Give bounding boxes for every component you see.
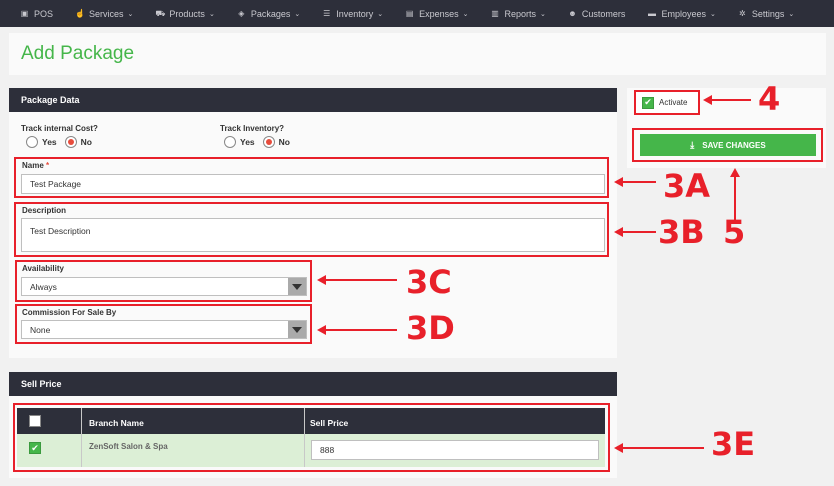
annotation-box-3b [14, 202, 609, 257]
nav-item-pos[interactable]: ▣ POS [20, 9, 53, 19]
chevron-down-icon: ⌄ [294, 10, 301, 18]
chevron-down-icon: ⌄ [462, 10, 469, 18]
nav-item-expenses[interactable]: ▤ Expenses ⌄ [405, 8, 469, 19]
money-icon: ▤ [405, 8, 414, 18]
track-cost-yes[interactable]: Yes [26, 136, 57, 148]
arrow-3a [622, 181, 656, 183]
arrow-3b [622, 231, 656, 233]
nav-label: Expenses [419, 8, 459, 19]
users-icon: ☻ [568, 8, 577, 18]
annotation-box-3a [14, 157, 609, 198]
cart-icon: ⛟ [155, 8, 166, 18]
track-inventory-radio-group: Yes No [224, 136, 298, 148]
panel-header: Package Data [9, 88, 617, 112]
callout-4: 4 [758, 80, 781, 118]
list-icon: ☰ [323, 8, 331, 18]
callout-5: 5 [723, 213, 746, 251]
radio-label: No [80, 137, 92, 147]
chevron-down-icon: ⌄ [540, 10, 546, 18]
callout-3a: 3A [663, 167, 711, 205]
nav-label: Services [89, 8, 124, 19]
gear-icon: ✲ [738, 8, 746, 18]
arrow-head [614, 227, 623, 237]
radio-label: No [278, 137, 290, 147]
nav-item-packages[interactable]: ◈ Packages ⌄ [237, 9, 300, 19]
nav-label: Packages [250, 8, 291, 19]
nav-label: Settings [751, 8, 785, 19]
nav-label: Reports [504, 8, 537, 19]
briefcase-icon: ▬ [647, 8, 656, 18]
arrow-4 [711, 99, 751, 101]
nav-label: Employees [661, 8, 706, 19]
nav-item-reports[interactable]: ▥ Reports ⌄ [491, 9, 546, 19]
radio-button[interactable] [26, 136, 38, 148]
track-cost-radio-group: Yes No [26, 136, 100, 148]
chevron-down-icon: ⌄ [127, 10, 134, 18]
annotation-box-3c [15, 260, 312, 302]
radio-label: Yes [42, 137, 57, 147]
arrow-3e [622, 447, 704, 449]
callout-3d: 3D [406, 309, 455, 347]
callout-3e: 3E [711, 425, 756, 463]
arrow-head [317, 275, 326, 285]
callout-3b: 3B [658, 213, 705, 251]
track-inventory-label: Track Inventory? [220, 124, 285, 133]
nav-item-inventory[interactable]: ☰ Inventory ⌄ [322, 9, 383, 19]
track-cost-no[interactable]: No [64, 136, 92, 148]
radio-button[interactable] [262, 136, 275, 148]
annotation-box-5 [632, 128, 823, 162]
title-bar: Add Package [9, 33, 826, 75]
nav-item-employees[interactable]: ▬ Employees ⌄ [647, 8, 716, 19]
pos-icon: ▣ [20, 8, 29, 18]
arrow-head [730, 168, 740, 177]
top-nav: ▣ POS ☝ Services ⌄ ⛟ Products ⌄ ◈ Packages ⌄ ☰ I… [0, 0, 834, 27]
nav-label: Customers [581, 8, 626, 19]
hand-icon: ☝ [75, 8, 85, 18]
radio-button[interactable] [224, 136, 236, 148]
radio-button[interactable] [64, 136, 77, 148]
chevron-down-icon: ⌄ [709, 10, 716, 18]
nav-item-services[interactable]: ☝ Services ⌄ [75, 9, 133, 19]
chevron-down-icon: ⌄ [208, 10, 215, 18]
annotation-box-3d [15, 304, 312, 344]
radio-label: Yes [240, 137, 255, 147]
arrow-3c [325, 279, 397, 281]
annotation-box-3e [13, 403, 610, 472]
annotation-box-4 [634, 90, 700, 115]
tag-icon: ◈ [238, 8, 245, 18]
arrow-head [703, 95, 712, 105]
arrow-head [614, 177, 623, 187]
nav-item-settings[interactable]: ✲ Settings ⌄ [738, 9, 794, 19]
arrow-3d [325, 329, 397, 331]
arrow-head [317, 325, 326, 335]
nav-label: Inventory [336, 8, 374, 19]
track-inventory-yes[interactable]: Yes [224, 136, 255, 148]
page-title: Add Package [21, 43, 135, 64]
nav-label: POS [34, 8, 54, 19]
nav-item-customers[interactable]: ☻ Customers [568, 8, 626, 19]
callout-3c: 3C [406, 263, 452, 301]
panel-header: Sell Price [9, 372, 617, 396]
chevron-down-icon: ⌄ [377, 10, 384, 18]
track-inventory-no[interactable]: No [262, 136, 290, 148]
nav-item-products[interactable]: ⛟ Products ⌄ [155, 9, 214, 19]
arrow-head [614, 443, 623, 453]
track-cost-label: Track internal Cost? [21, 124, 98, 133]
chevron-down-icon: ⌄ [788, 10, 795, 18]
nav-label: Products [169, 8, 205, 19]
bar-chart-icon: ▥ [491, 8, 499, 18]
